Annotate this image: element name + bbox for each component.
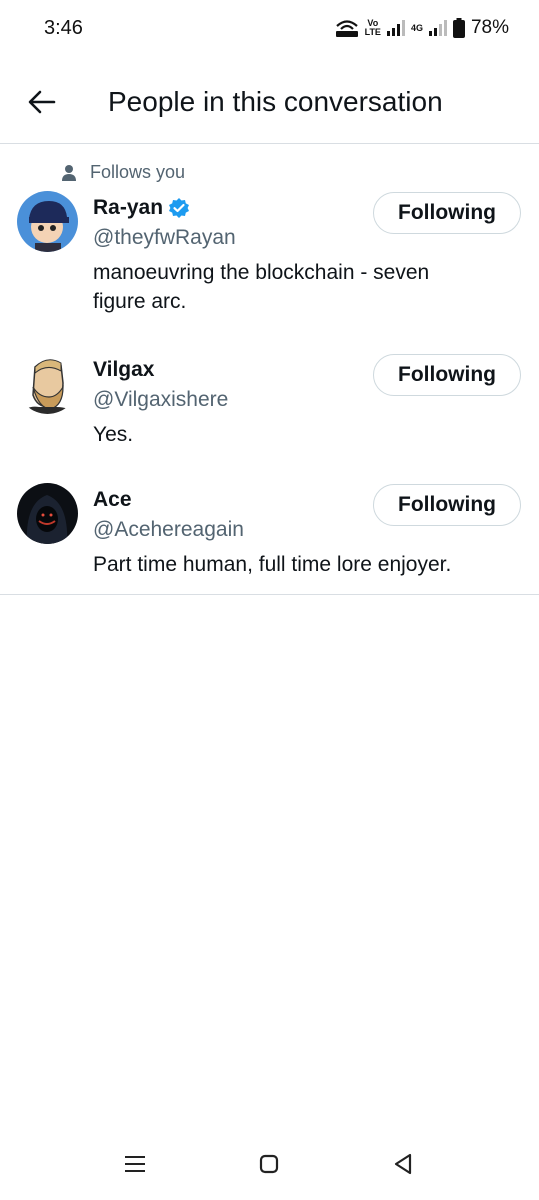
page-title: People in this conversation: [108, 86, 443, 117]
follows-you-context: Follows you: [62, 162, 185, 183]
system-back-button[interactable]: [383, 1144, 423, 1184]
recents-button[interactable]: [115, 1144, 155, 1184]
display-name[interactable]: Ace: [93, 488, 132, 512]
avatar-image: [17, 353, 78, 414]
home-button[interactable]: [249, 1144, 289, 1184]
battery-icon: [452, 18, 465, 38]
display-name[interactable]: Vilgax: [93, 358, 154, 382]
signal-icon: [386, 20, 405, 36]
list-divider: [0, 594, 539, 595]
bio: Yes.: [93, 423, 134, 446]
header: People in this conversation: [0, 58, 539, 144]
following-button[interactable]: Following: [373, 484, 521, 526]
network-4g-label: 4G: [410, 22, 423, 33]
people-list: Follows you Ra-yan @theyfwRayan manoeuvr…: [0, 144, 539, 595]
hotspot-icon: [335, 18, 359, 38]
name-row: Ra-yan: [93, 196, 190, 220]
avatar-image: [17, 483, 78, 544]
name-row: Ace: [93, 488, 132, 512]
home-square-icon: [259, 1154, 279, 1174]
avatar[interactable]: [17, 483, 78, 544]
handle[interactable]: @Acehereagain: [93, 518, 244, 542]
verified-badge-icon: [169, 198, 190, 218]
list-item[interactable]: Follows you Ra-yan @theyfwRayan manoeuvr…: [0, 144, 539, 326]
following-button[interactable]: Following: [373, 192, 521, 234]
back-triangle-icon: [394, 1153, 412, 1175]
status-time: 3:46: [44, 17, 83, 39]
avatar-image: [17, 191, 78, 252]
volte-label: Vo LTE: [364, 18, 381, 37]
list-item[interactable]: Vilgax @Vilgaxishere Yes. Following: [0, 326, 539, 456]
back-button[interactable]: [24, 84, 60, 120]
handle[interactable]: @Vilgaxishere: [93, 388, 228, 412]
system-nav-bar: [0, 1128, 539, 1200]
avatar[interactable]: [17, 353, 78, 414]
menu-icon: [125, 1156, 145, 1172]
bio: manoeuvring the blockchain - seven figur…: [93, 261, 430, 313]
signal-icon-2: [428, 20, 447, 36]
avatar[interactable]: [17, 191, 78, 252]
status-icons: Vo LTE 4G 78%: [335, 17, 509, 39]
bio: Part time human, full time lore enjoyer.: [93, 553, 452, 576]
follows-you-label: Follows you: [90, 162, 186, 182]
display-name[interactable]: Ra-yan: [93, 196, 163, 220]
following-button[interactable]: Following: [373, 354, 521, 396]
list-item[interactable]: Ace @Acehereagain Part time human, full …: [0, 456, 539, 594]
handle[interactable]: @theyfwRayan: [93, 226, 236, 250]
person-icon: [62, 164, 76, 181]
battery-percent: 78%: [470, 17, 509, 38]
status-bar: 3:46 Vo LTE 4G 78%: [0, 0, 539, 58]
arrow-left-icon: [28, 90, 56, 114]
name-row: Vilgax: [93, 358, 154, 382]
